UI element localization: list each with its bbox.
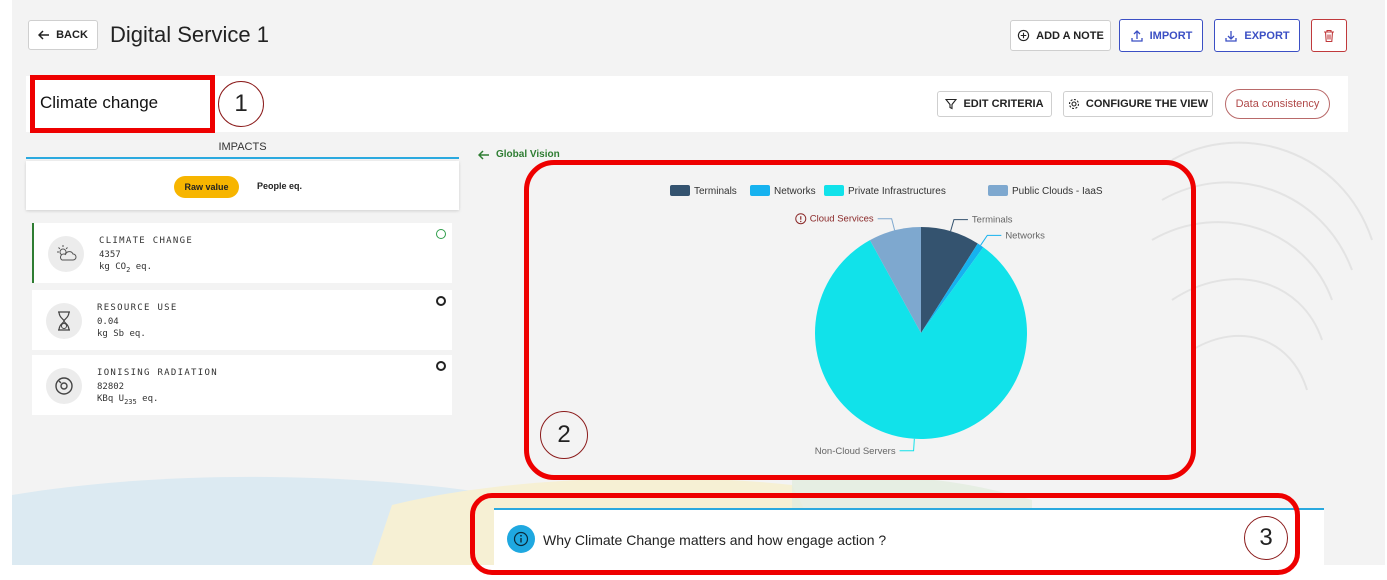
add-note-label: ADD A NOTE (1036, 29, 1104, 42)
delete-button[interactable] (1311, 19, 1347, 52)
impact-name: IONISING RADIATION (97, 368, 218, 378)
selected-check-icon (436, 229, 446, 239)
annotation-box-3 (470, 493, 1300, 575)
annotation-number-2: 2 (540, 411, 588, 459)
configure-view-button[interactable]: CONFIGURE THE VIEW (1063, 91, 1213, 117)
annotation-number-3: 3 (1244, 516, 1288, 560)
impact-unit: kg Sb eq. (97, 329, 146, 339)
impact-card-resource-use[interactable]: RESOURCE USE 0.04 kg Sb eq. (32, 290, 452, 350)
data-consistency-label: Data consistency (1235, 98, 1320, 110)
download-icon (1225, 30, 1238, 42)
annotation-box-1 (30, 75, 215, 133)
radiation-icon (46, 368, 82, 404)
plus-circle-icon (1018, 29, 1030, 42)
impact-name: CLIMATE CHANGE (99, 236, 194, 246)
impact-value: 82802 (97, 382, 125, 392)
back-button[interactable]: BACK (28, 20, 98, 50)
export-button[interactable]: EXPORT (1214, 19, 1300, 52)
impact-card-ionising-radiation[interactable]: IONISING RADIATION 82802 KBq U235 eq. (32, 355, 452, 415)
import-label: IMPORT (1149, 29, 1193, 42)
people-eq-toggle[interactable]: People eq. (257, 181, 302, 191)
edit-criteria-button[interactable]: EDIT CRITERIA (937, 91, 1052, 117)
global-vision-link[interactable]: Global Vision (478, 149, 560, 160)
arrow-left-icon (478, 149, 489, 160)
impact-value: 4357 (99, 250, 121, 260)
impact-value: 0.04 (97, 317, 119, 327)
trash-icon (1324, 29, 1334, 42)
hourglass-icon (46, 303, 82, 339)
annotation-number-1: 1 (218, 81, 264, 127)
impact-unit: kg CO2 eq. (99, 262, 152, 274)
data-consistency-button[interactable]: Data consistency (1225, 89, 1330, 119)
arrow-left-icon (38, 30, 50, 40)
import-button[interactable]: IMPORT (1119, 19, 1203, 52)
gear-icon (1068, 98, 1079, 110)
impacts-tab-underline (26, 157, 459, 159)
page-title: Digital Service 1 (110, 22, 269, 47)
add-note-button[interactable]: ADD A NOTE (1010, 20, 1111, 51)
impact-card-climate-change[interactable]: CLIMATE CHANGE 4357 kg CO2 eq. (32, 223, 452, 283)
impact-name: RESOURCE USE (97, 303, 178, 313)
impact-unit: KBq U235 eq. (97, 394, 159, 406)
annotation-box-2 (524, 160, 1196, 480)
export-label: EXPORT (1244, 29, 1290, 42)
impacts-tab[interactable]: IMPACTS (26, 141, 459, 153)
raw-value-toggle[interactable]: Raw value (174, 176, 239, 198)
upload-icon (1130, 29, 1143, 42)
configure-view-label: CONFIGURE THE VIEW (1085, 98, 1209, 110)
climate-icon (48, 236, 84, 272)
back-label: BACK (56, 29, 88, 41)
global-vision-label: Global Vision (496, 149, 560, 160)
unselected-radio-icon (436, 296, 446, 306)
edit-criteria-label: EDIT CRITERIA (963, 98, 1044, 110)
filter-icon (945, 98, 958, 110)
unselected-radio-icon (436, 361, 446, 371)
unit-toggle-box (26, 161, 459, 210)
